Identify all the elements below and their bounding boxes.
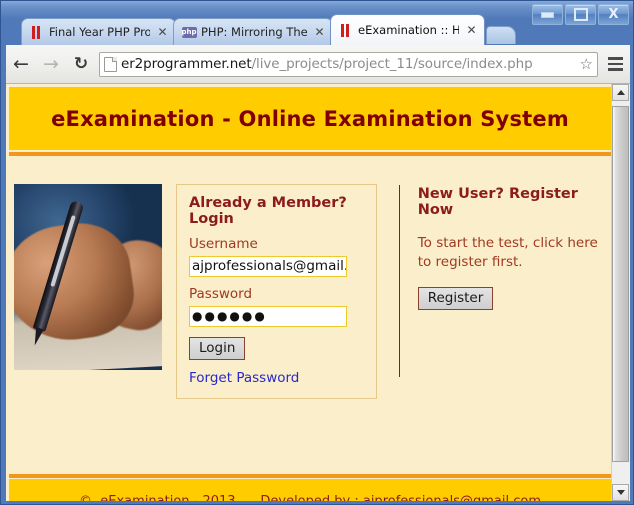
footer-text: © eExamination - 2013, Developed by : aj…: [79, 493, 541, 502]
title-bar: X Final Year PHP Project ✕ php PHP: Mirr…: [1, 1, 634, 45]
maximize-icon: [573, 8, 588, 21]
chevron-up-icon: [616, 90, 625, 95]
address-bar[interactable]: er2programmer.net/live_projects/project_…: [99, 51, 598, 77]
php-icon: php: [181, 26, 197, 38]
page-title: eExamination - Online Examination System: [51, 106, 569, 131]
footer-divider: [9, 474, 611, 478]
scrollbar-track[interactable]: [612, 101, 629, 484]
window-frame: X Final Year PHP Project ✕ php PHP: Mirr…: [0, 0, 634, 505]
minimize-icon: [541, 11, 554, 18]
scroll-up-button[interactable]: [612, 84, 629, 101]
vertical-divider: [398, 185, 400, 377]
reload-icon[interactable]: ↻: [66, 49, 96, 79]
password-input[interactable]: ●●●●●●: [189, 306, 347, 327]
browser-window: X Final Year PHP Project ✕ php PHP: Mirr…: [0, 0, 634, 505]
tab-php-mirroring[interactable]: php PHP: Mirroring The PHI ✕: [173, 18, 333, 45]
tab-label: eExamination :: Home: [358, 23, 459, 37]
forward-icon[interactable]: →: [36, 49, 66, 79]
register-panel-title: New User? Register Now: [417, 186, 578, 218]
forget-password-link[interactable]: Forget Password: [189, 370, 364, 386]
login-button[interactable]: Login: [189, 337, 246, 360]
register-panel: New User? Register Now To start the test…: [417, 184, 611, 310]
minimize-button[interactable]: [532, 4, 563, 25]
window-controls: X: [532, 4, 629, 25]
close-icon: X: [608, 7, 619, 22]
bars-icon: [30, 25, 44, 39]
bars-icon: [339, 23, 353, 37]
hand-writing-photo: [14, 184, 162, 370]
bookmark-star-icon[interactable]: ☆: [580, 56, 593, 72]
new-tab-button[interactable]: [486, 26, 516, 44]
scroll-down-button[interactable]: [612, 484, 629, 501]
tab-eexamination-home[interactable]: eExamination :: Home ✕: [330, 14, 485, 45]
url-text: er2programmer.net/live_projects/project_…: [121, 56, 578, 72]
hamburger-menu-icon[interactable]: [604, 57, 626, 71]
vertical-scrollbar[interactable]: [611, 84, 629, 501]
tab-label: Final Year PHP Project: [49, 25, 150, 39]
header-divider: [9, 152, 611, 156]
main-content: Already a Member? Login Username ajprofe…: [9, 184, 611, 434]
tab-strip: Final Year PHP Project ✕ php PHP: Mirror…: [21, 14, 516, 45]
tab-label: PHP: Mirroring The PHI: [201, 25, 307, 39]
browser-toolbar: ← → ↻ er2programmer.net/live_projects/pr…: [6, 45, 630, 84]
back-icon[interactable]: ←: [6, 49, 36, 79]
url-host: er2programmer.net: [121, 56, 252, 72]
login-panel: Already a Member? Login Username ajprofe…: [176, 184, 377, 399]
username-label: Username: [189, 236, 258, 252]
username-input[interactable]: ajprofessionals@gmail.c: [189, 256, 347, 277]
photo-column: [14, 184, 162, 370]
site-header: eExamination - Online Examination System: [9, 87, 611, 150]
web-page: eExamination - Online Examination System: [6, 84, 614, 501]
scrollbar-thumb[interactable]: [612, 106, 629, 462]
site-footer: © eExamination - 2013, Developed by : aj…: [9, 479, 611, 501]
page-viewport: eExamination - Online Examination System: [6, 84, 630, 501]
url-path: /live_projects/project_11/source/index.p…: [251, 56, 533, 72]
page-document-icon: [104, 56, 117, 72]
chevron-down-icon: [616, 490, 625, 495]
close-button[interactable]: X: [598, 4, 629, 25]
register-description: To start the test, click here to registe…: [417, 235, 598, 270]
close-icon[interactable]: ✕: [313, 26, 326, 39]
register-button[interactable]: Register: [417, 287, 494, 310]
close-icon[interactable]: ✕: [156, 26, 169, 39]
login-panel-title: Already a Member? Login: [189, 195, 347, 227]
close-icon[interactable]: ✕: [465, 24, 478, 37]
tab-final-year-php-project[interactable]: Final Year PHP Project ✕: [21, 18, 176, 45]
password-label: Password: [189, 286, 253, 302]
maximize-button[interactable]: [565, 4, 596, 25]
